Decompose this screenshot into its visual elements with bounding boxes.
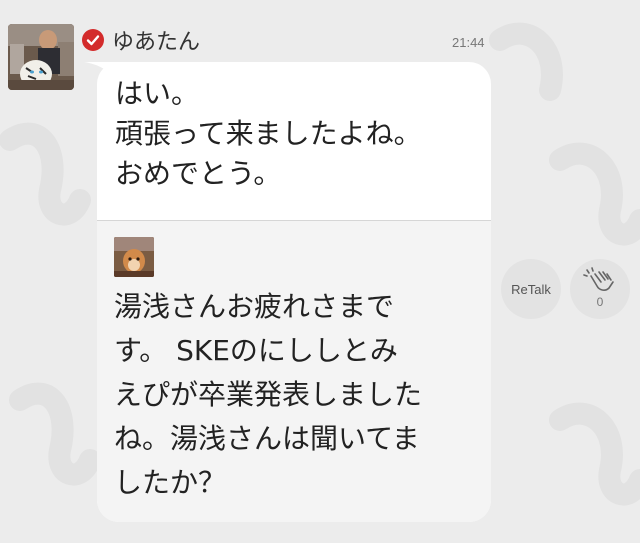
verified-check-icon <box>82 29 104 51</box>
retalk-button[interactable]: ReTalk <box>501 259 561 319</box>
username[interactable]: ゆあたん <box>112 24 200 56</box>
user-avatar[interactable] <box>8 24 74 90</box>
message-text: はい。 頑張って来ましたよね。 おめでとう。 <box>115 77 422 190</box>
quoted-message-text: 湯浅さんお疲れさまで す。 SKEのにししとみ えぴが卒業発表しました ね。湯浅… <box>114 290 423 499</box>
quoted-user-avatar[interactable] <box>114 237 154 277</box>
quoted-message[interactable]: 湯浅さんお疲れさまで す。 SKEのにししとみ えぴが卒業発表しました ね。湯浅… <box>97 220 491 522</box>
retalk-label: ReTalk <box>511 281 551 297</box>
message-bubble: はい。 頑張って来ましたよね。 おめでとう。 湯浅さんお疲れさまで す。 SKE… <box>97 62 491 522</box>
clapping-hands-icon <box>583 267 614 291</box>
post-timestamp: 21:44 <box>452 35 485 50</box>
name-row: ゆあたん <box>82 24 200 56</box>
clap-count: 0 <box>596 295 604 309</box>
clap-button[interactable]: 0 <box>570 259 630 319</box>
